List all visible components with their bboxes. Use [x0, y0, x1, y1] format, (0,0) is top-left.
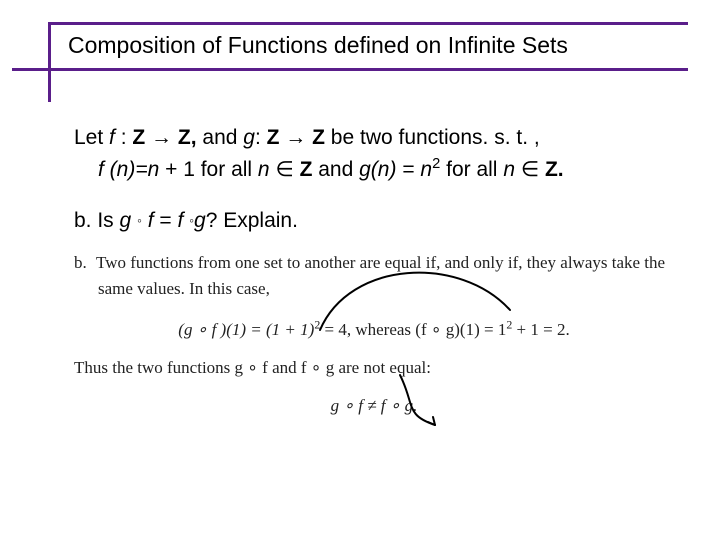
- var-n: n: [420, 158, 432, 181]
- text: ,: [191, 126, 203, 149]
- text: .: [558, 158, 564, 181]
- var-n: n: [503, 158, 515, 181]
- slide-body: Let f : Z → Z, and g: Z → Z be two funct…: [74, 124, 674, 235]
- text: =: [154, 209, 178, 232]
- item-label-b: b.: [74, 250, 96, 276]
- var-n: n: [258, 158, 270, 181]
- var-f: f: [178, 209, 190, 232]
- text: Two functions from one set to another ar…: [96, 253, 665, 272]
- text: (n)=n: [110, 158, 160, 181]
- set-Z: Z: [545, 158, 558, 181]
- set-Z: Z: [178, 126, 191, 149]
- text: b. Is: [74, 209, 120, 232]
- text: Let: [74, 126, 109, 149]
- body-line-2: f (n)=n + 1 for all n ∈ Z and g(n) = n2 …: [98, 156, 674, 184]
- var-gn: g(n): [359, 158, 396, 181]
- text: and: [202, 126, 243, 149]
- formula-lhs: (g ∘ f )(1) = (1 + 1): [178, 320, 314, 339]
- formula-mid: = 4, whereas (f ∘ g)(1) = 1: [320, 320, 506, 339]
- excerpt-line-1: b.Two functions from one set to another …: [74, 250, 674, 276]
- slide-title: Composition of Functions defined on Infi…: [68, 32, 568, 59]
- title-rule-bottom: [12, 68, 688, 71]
- text: :: [115, 126, 133, 149]
- text: :: [255, 126, 267, 149]
- var-g: g: [194, 209, 206, 232]
- text: and: [312, 158, 359, 181]
- arrow: →: [279, 126, 312, 149]
- excerpt-line-3: Thus the two functions g ∘ f and f ∘ g a…: [74, 355, 674, 381]
- var-g: g: [243, 126, 255, 149]
- element-of: ∈: [515, 158, 545, 181]
- text: for all: [440, 158, 503, 181]
- title-rule-top: [48, 22, 688, 25]
- slide: Composition of Functions defined on Infi…: [0, 0, 720, 540]
- arrow: →: [145, 126, 178, 149]
- body-line-1: Let f : Z → Z, and g: Z → Z be two funct…: [74, 124, 674, 152]
- title-rule-vertical: [48, 22, 51, 102]
- excerpt-line-2: same values. In this case,: [98, 276, 674, 302]
- text: ? Explain.: [206, 209, 298, 232]
- set-Z: Z: [267, 126, 280, 149]
- excerpt-formula: (g ∘ f )(1) = (1 + 1)2 = 4, whereas (f ∘…: [74, 317, 674, 343]
- text: be two functions. s. t. ,: [325, 126, 540, 149]
- var-f: f: [98, 158, 110, 181]
- element-of: ∈: [270, 158, 300, 181]
- body-line-3: b. Is g ◦ f = f ◦g? Explain.: [74, 207, 674, 235]
- textbook-excerpt: b.Two functions from one set to another …: [74, 250, 674, 420]
- set-Z: Z: [132, 126, 145, 149]
- text: =: [396, 158, 420, 181]
- formula-rhs: + 1 = 2.: [512, 320, 569, 339]
- var-f: f: [142, 209, 154, 232]
- set-Z: Z: [312, 126, 325, 149]
- excerpt-final-formula: g ∘ f ≠ f ∘ g.: [74, 393, 674, 419]
- text: + 1 for all: [159, 158, 258, 181]
- set-Z: Z: [300, 158, 313, 181]
- var-g: g: [120, 209, 138, 232]
